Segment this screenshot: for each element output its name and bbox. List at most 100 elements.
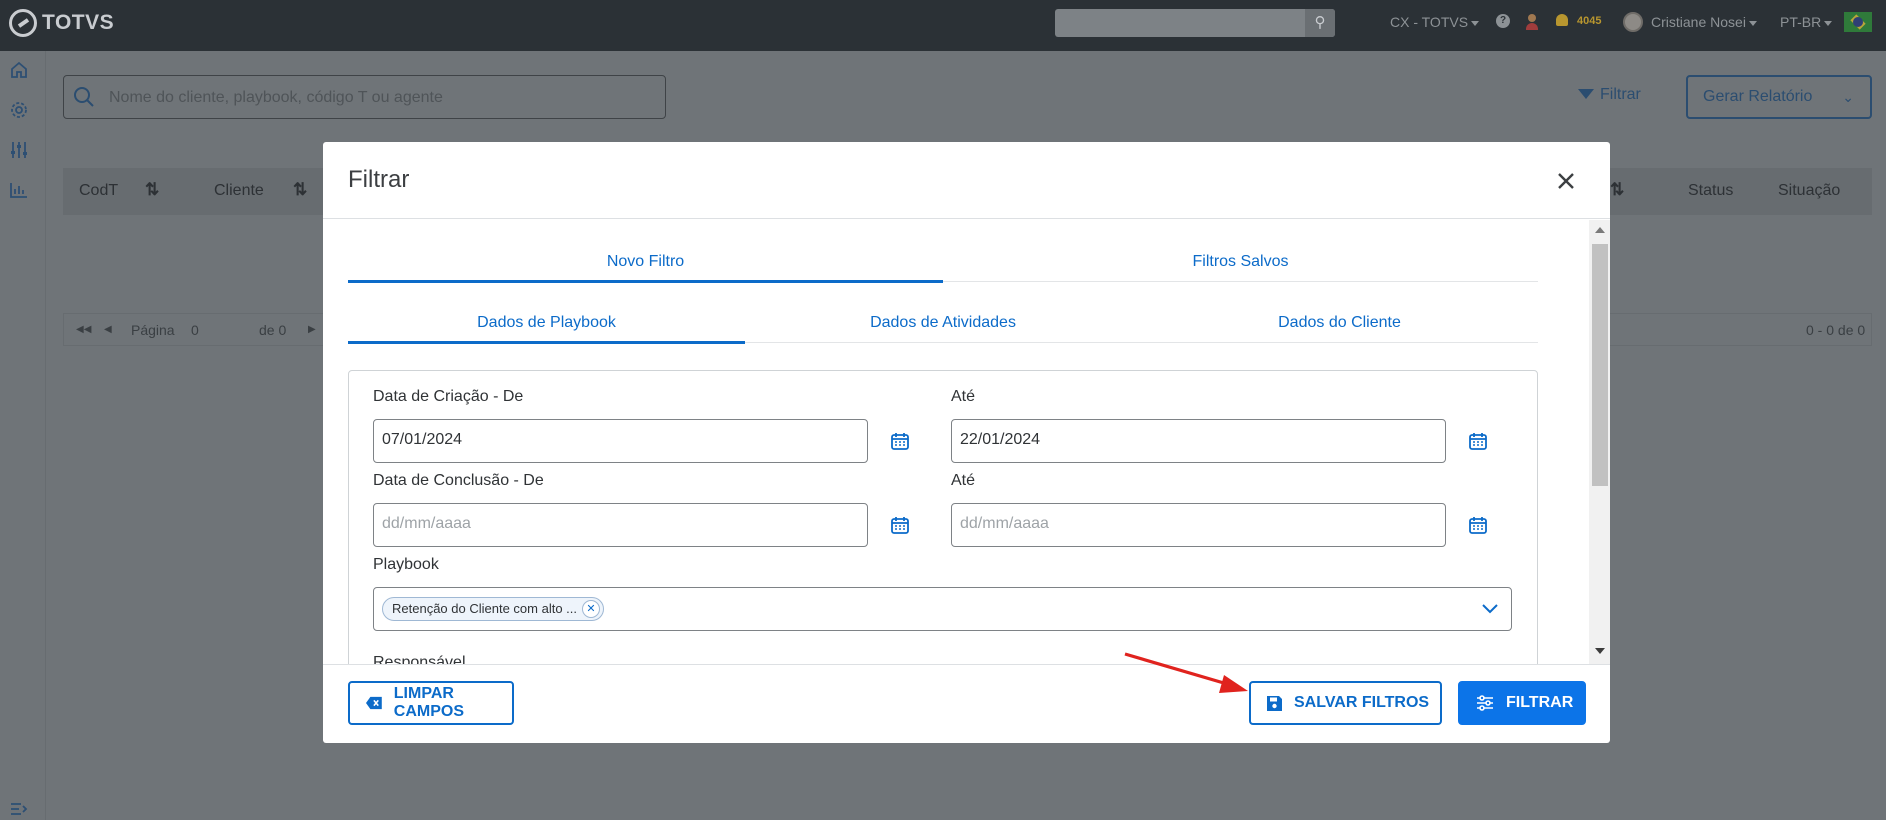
creation-from-label: Data de Criação - De — [373, 388, 524, 405]
conclusion-from-date-input[interactable]: dd/mm/aaaa — [373, 503, 868, 547]
scroll-down-icon[interactable] — [1595, 648, 1605, 654]
chevron-down-icon — [1824, 20, 1833, 26]
scroll-thumb[interactable] — [1592, 244, 1608, 486]
search-icon[interactable]: ⚲ — [1305, 9, 1335, 37]
search-icon — [74, 87, 94, 107]
save-icon — [1267, 695, 1282, 711]
tab-label: Novo Filtro — [606, 253, 685, 270]
logo-text: TOTVS — [42, 11, 115, 34]
clear-fields-label: LIMPAR CAMPOS — [393, 685, 465, 720]
sliders-icon — [1477, 695, 1493, 711]
page-search-input[interactable]: Nome do cliente, playbook, código T ou a… — [63, 75, 666, 119]
page-input[interactable]: 0 — [191, 322, 199, 338]
first-page-icon[interactable]: ◀◀ — [76, 324, 91, 335]
bell-icon[interactable] — [1556, 14, 1568, 26]
chevron-down-icon — [1471, 20, 1480, 26]
annotation-arrow — [1124, 652, 1248, 693]
sliders-icon[interactable] — [9, 140, 29, 160]
modal-footer: LIMPAR CAMPOS SALVAR FILTROS FILTRAR — [323, 664, 1610, 743]
avatar[interactable] — [1623, 12, 1643, 32]
modal-body: Novo Filtro Filtros Salvos Dados de Play… — [323, 220, 1589, 664]
generate-report-label: Gerar Relatório — [1703, 88, 1813, 105]
filter-link[interactable]: Filtrar — [1600, 86, 1641, 104]
playbook-label: Playbook — [373, 556, 439, 573]
chevron-down-icon: ⌄ — [1842, 89, 1854, 105]
tab-label: Dados de Playbook — [477, 314, 616, 331]
calendar-icon[interactable] — [1468, 431, 1488, 451]
chart-icon[interactable] — [9, 180, 29, 200]
column-header[interactable]: Status — [1688, 182, 1733, 200]
totvs-logo[interactable]: TOTVS — [9, 9, 114, 37]
chip-label: Retenção do Cliente com alto ... — [392, 601, 577, 616]
scroll-up-icon[interactable] — [1595, 227, 1605, 233]
filter-button[interactable]: FILTRAR — [1458, 681, 1586, 725]
brazil-flag-icon[interactable] — [1844, 12, 1872, 32]
tab-dados-cliente[interactable]: Dados do Cliente — [1141, 314, 1538, 343]
page-range: 0 - 0 de 0 — [1806, 322, 1866, 338]
tab-label: Filtros Salvos — [1192, 253, 1289, 270]
sort-icon[interactable]: ⇅ — [145, 180, 159, 200]
modal-scrollbar[interactable] — [1589, 220, 1610, 664]
generate-report-button[interactable]: Gerar Relatório ⌄ — [1686, 75, 1872, 119]
save-filters-button[interactable]: SALVAR FILTROS — [1249, 681, 1442, 725]
backspace-icon — [366, 696, 382, 710]
top-bar: TOTVS ⚲ CX - TOTVS ? 4045 Cristiane Nose… — [0, 0, 1886, 51]
totvs-logo-icon — [9, 9, 37, 37]
sidebar — [0, 51, 46, 820]
column-header[interactable]: Situação — [1778, 182, 1840, 200]
filter-icon — [1578, 89, 1594, 99]
conclusion-to-label: Até — [951, 472, 976, 489]
creation-to-label: Até — [951, 388, 976, 405]
chevron-down-icon — [1748, 20, 1757, 26]
playbook-multiselect[interactable]: Retenção do Cliente com alto ... ✕ — [373, 587, 1512, 631]
page-search-placeholder: Nome do cliente, playbook, código T ou a… — [109, 89, 443, 106]
primary-tabs: Novo Filtro Filtros Salvos — [348, 253, 1538, 283]
tab-label: Dados de Atividades — [870, 314, 1016, 331]
tab-label: Dados do Cliente — [1278, 314, 1401, 331]
secondary-tabs: Dados de Playbook Dados de Atividades Da… — [348, 314, 1538, 344]
calendar-icon[interactable] — [890, 515, 910, 535]
tab-filtros-salvos[interactable]: Filtros Salvos — [943, 253, 1538, 282]
help-icon[interactable]: ? — [1496, 14, 1510, 28]
expand-menu-icon[interactable] — [9, 799, 29, 819]
column-header[interactable]: Cliente — [214, 182, 264, 200]
page-total: de 0 — [259, 322, 287, 338]
prev-page-icon[interactable]: ◀ — [104, 324, 112, 335]
filter-button-label: FILTRAR — [1506, 694, 1574, 711]
close-icon[interactable] — [1551, 166, 1581, 196]
chevron-down-icon[interactable] — [1481, 601, 1499, 615]
agent-status-icon[interactable] — [1526, 14, 1538, 30]
tab-novo-filtro[interactable]: Novo Filtro — [348, 253, 943, 283]
language-label: PT-BR — [1780, 14, 1822, 30]
creation-to-date-input[interactable]: 22/01/2024 — [951, 419, 1446, 463]
modal-header: Filtrar — [323, 142, 1610, 219]
clear-fields-button[interactable]: LIMPAR CAMPOS — [348, 681, 514, 725]
company-selector[interactable]: CX - TOTVS — [1390, 14, 1480, 30]
playbook-chip: Retenção do Cliente com alto ... ✕ — [382, 597, 604, 621]
responsible-label: Responsável — [373, 654, 466, 664]
save-filters-label: SALVAR FILTROS — [1294, 694, 1430, 711]
calendar-icon[interactable] — [1468, 515, 1488, 535]
conclusion-to-date-input[interactable]: dd/mm/aaaa — [951, 503, 1446, 547]
creation-from-date-input[interactable]: 07/01/2024 — [373, 419, 868, 463]
next-page-icon[interactable]: ▶ — [308, 324, 316, 335]
calendar-icon[interactable] — [890, 431, 910, 451]
user-name: Cristiane Nosei — [1651, 14, 1746, 30]
gear-icon[interactable] — [9, 100, 29, 120]
chip-remove-icon[interactable]: ✕ — [582, 600, 600, 618]
home-icon[interactable] — [9, 60, 29, 80]
filter-form: Data de Criação - De 07/01/2024 Até 22/0… — [348, 370, 1538, 664]
tab-dados-atividades[interactable]: Dados de Atividades — [745, 314, 1141, 343]
tab-dados-playbook[interactable]: Dados de Playbook — [348, 314, 745, 344]
sort-icon[interactable]: ⇅ — [293, 180, 307, 200]
page-label: Página — [131, 322, 175, 338]
company-label: CX - TOTVS — [1390, 14, 1469, 30]
sort-icon[interactable]: ⇅ — [1610, 180, 1624, 200]
modal-title: Filtrar — [348, 166, 410, 193]
user-menu[interactable]: Cristiane Nosei — [1651, 14, 1757, 30]
global-search-input[interactable]: ⚲ — [1055, 9, 1335, 37]
column-header[interactable]: CodT — [79, 182, 118, 200]
language-selector[interactable]: PT-BR — [1780, 14, 1833, 30]
conclusion-from-label: Data de Conclusão - De — [373, 472, 544, 489]
filter-modal: Filtrar Novo Filtro Filtros Salvos Dados… — [323, 142, 1610, 743]
